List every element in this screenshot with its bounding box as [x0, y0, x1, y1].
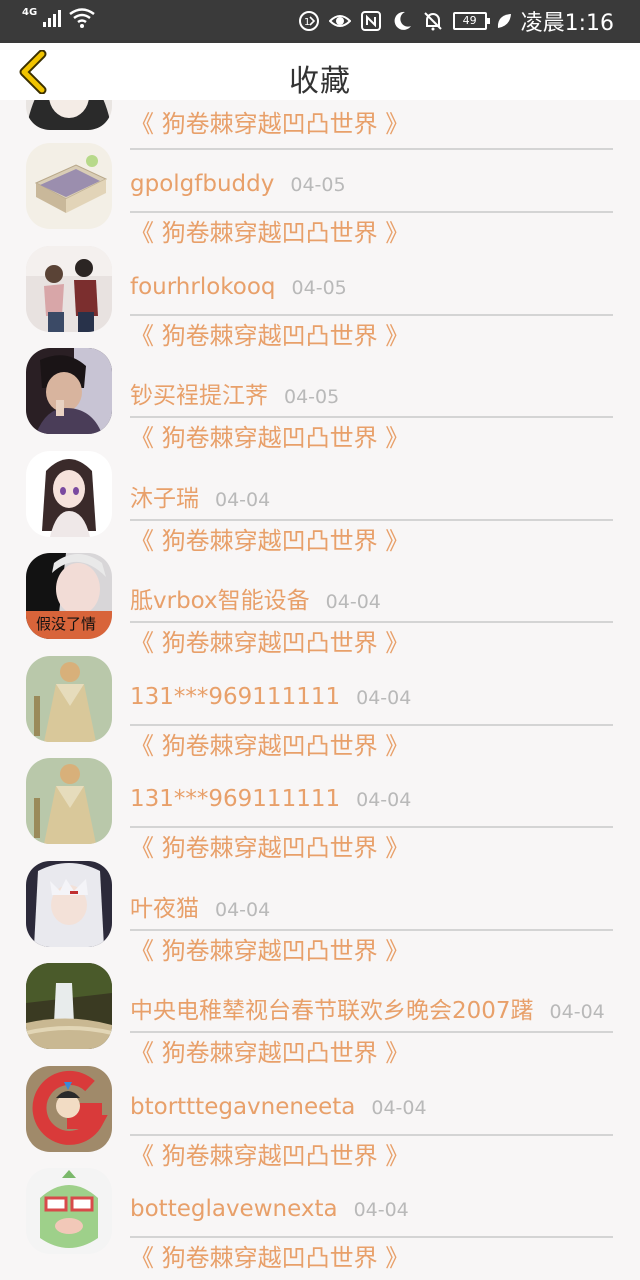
favorite-date: 04-04: [215, 488, 271, 511]
signal-icon: [43, 10, 62, 27]
favorite-info: gpolgfbuddy 04-05 《 狗卷棘穿越凹凸世界 》: [130, 125, 613, 247]
user-name[interactable]: 131***969111111: [130, 786, 340, 812]
favorites-list: 《 狗卷棘穿越凹凸世界 》 gpolgfbuddy 04-05 《 狗卷棘穿越凹凸…: [0, 44, 640, 1272]
wifi-icon: [69, 8, 95, 28]
avatar-caption: 假没了情: [36, 615, 96, 633]
avatar: [26, 1065, 112, 1152]
favorite-date: 04-04: [215, 898, 271, 921]
avatar: [26, 143, 112, 229]
nav-header: 收藏: [0, 43, 640, 100]
favorite-date: 04-04: [549, 1001, 605, 1023]
favorite-info: 钞买裎提江荠 04-05 《 狗卷棘穿越凹凸世界 》: [130, 330, 613, 452]
user-name[interactable]: botteglavewnexta: [130, 1196, 338, 1222]
name-line: 钞买裎提江荠 04-05: [130, 376, 339, 410]
name-line: 胝vrbox智能设备 04-04: [130, 581, 381, 615]
user-name[interactable]: 中央电稚辇视台春节联欢乡晚会2007躇: [130, 998, 534, 1024]
name-line: 叶夜猫 04-04: [130, 889, 270, 923]
name-line: 131***969111111 04-04: [130, 786, 411, 812]
user-name[interactable]: 叶夜猫: [130, 896, 199, 922]
name-line: btortttegavneneeta 04-04: [130, 1094, 427, 1120]
avatar: 假没了情: [26, 553, 112, 639]
status-left: 4G: [22, 6, 95, 28]
avatar: [26, 655, 112, 742]
name-line: fourhrlokooq 04-05: [130, 274, 347, 300]
favorite-date: 04-05: [284, 386, 340, 408]
name-line: 沐子瑞 04-04: [130, 479, 270, 513]
favorite-info: fourhrlokooq 04-05 《 狗卷棘穿越凹凸世界 》: [130, 228, 613, 350]
favorite-date: 04-04: [356, 686, 412, 709]
user-name[interactable]: btortttegavneneeta: [130, 1094, 355, 1120]
page-title: 收藏: [289, 64, 351, 99]
favorite-info: 131***969111111 04-04 《 狗卷棘穿越凹凸世界 》: [130, 740, 613, 862]
network-type: 4G: [22, 6, 38, 18]
favorite-item[interactable]: btortttegavneneeta 04-04 《 狗卷棘穿越凹凸世界 》: [0, 1048, 640, 1170]
user-name[interactable]: fourhrlokooq: [130, 274, 276, 300]
favorite-item[interactable]: botteglavewnexta 04-04 《 狗卷棘穿越凹凸世界 》: [0, 1150, 640, 1272]
user-name[interactable]: 131***969111111: [130, 684, 340, 710]
user-name[interactable]: 沐子瑞: [130, 486, 199, 512]
avatar: [26, 450, 112, 537]
avatar: [26, 1168, 112, 1254]
favorite-info: 中央电稚辇视台春节联欢乡晚会2007躇 04-04 《 狗卷棘穿越凹凸世界 》: [130, 945, 613, 1067]
user-name[interactable]: 钞买裎提江荠: [130, 383, 268, 409]
favorite-date: 04-04: [371, 1096, 427, 1119]
favorite-info: 胝vrbox智能设备 04-04 《 狗卷棘穿越凹凸世界 》: [130, 535, 613, 657]
user-name[interactable]: 胝vrbox智能设备: [130, 588, 310, 614]
avatar: [26, 245, 112, 332]
name-line: 中央电稚辇视台春节联欢乡晚会2007躇 04-04: [130, 991, 605, 1025]
user-name[interactable]: gpolgfbuddy: [130, 171, 274, 197]
favorite-info: botteglavewnexta 04-04 《 狗卷棘穿越凹凸世界 》: [130, 1150, 613, 1272]
favorite-date: 04-04: [325, 591, 381, 613]
favorite-item[interactable]: 中央电稚辇视台春节联欢乡晚会2007躇 04-04 《 狗卷棘穿越凹凸世界 》: [0, 945, 640, 1067]
avatar: [26, 348, 112, 434]
favorite-item[interactable]: 叶夜猫 04-04 《 狗卷棘穿越凹凸世界 》: [0, 843, 640, 965]
favorite-item[interactable]: 钞买裎提江荠 04-05 《 狗卷棘穿越凹凸世界 》: [0, 330, 640, 452]
avatar: [26, 860, 112, 947]
favorite-info: btortttegavneneeta 04-04 《 狗卷棘穿越凹凸世界 》: [130, 1048, 613, 1170]
favorite-date: 04-04: [353, 1199, 409, 1221]
book-title[interactable]: 《 狗卷棘穿越凹凸世界 》: [130, 1238, 409, 1273]
favorite-item[interactable]: fourhrlokooq 04-05 《 狗卷棘穿越凹凸世界 》: [0, 228, 640, 350]
favorite-item[interactable]: gpolgfbuddy 04-05 《 狗卷棘穿越凹凸世界 》: [0, 125, 640, 247]
name-line: botteglavewnexta 04-04: [130, 1196, 409, 1222]
favorite-info: 叶夜猫 04-04 《 狗卷棘穿越凹凸世界 》: [130, 843, 613, 965]
avatar: [26, 758, 112, 844]
name-line: gpolgfbuddy 04-05: [130, 171, 346, 197]
favorite-item[interactable]: 沐子瑞 04-04 《 狗卷棘穿越凹凸世界 》: [0, 433, 640, 555]
avatar: [26, 963, 112, 1049]
favorite-info: 131***969111111 04-04 《 狗卷棘穿越凹凸世界 》: [130, 638, 613, 760]
favorite-date: 04-05: [290, 174, 346, 196]
favorite-info: 沐子瑞 04-04 《 狗卷棘穿越凹凸世界 》: [130, 433, 613, 555]
favorite-item[interactable]: 假没了情 胝vrbox智能设备 04-04 《 狗卷棘穿越凹凸世界 》: [0, 535, 640, 657]
favorite-date: 04-05: [291, 276, 347, 299]
favorite-date: 04-04: [356, 789, 412, 811]
favorite-item[interactable]: 131***969111111 04-04 《 狗卷棘穿越凹凸世界 》: [0, 638, 640, 760]
favorite-item[interactable]: 131***969111111 04-04 《 狗卷棘穿越凹凸世界 》: [0, 740, 640, 862]
name-line: 131***969111111 04-04: [130, 684, 411, 710]
